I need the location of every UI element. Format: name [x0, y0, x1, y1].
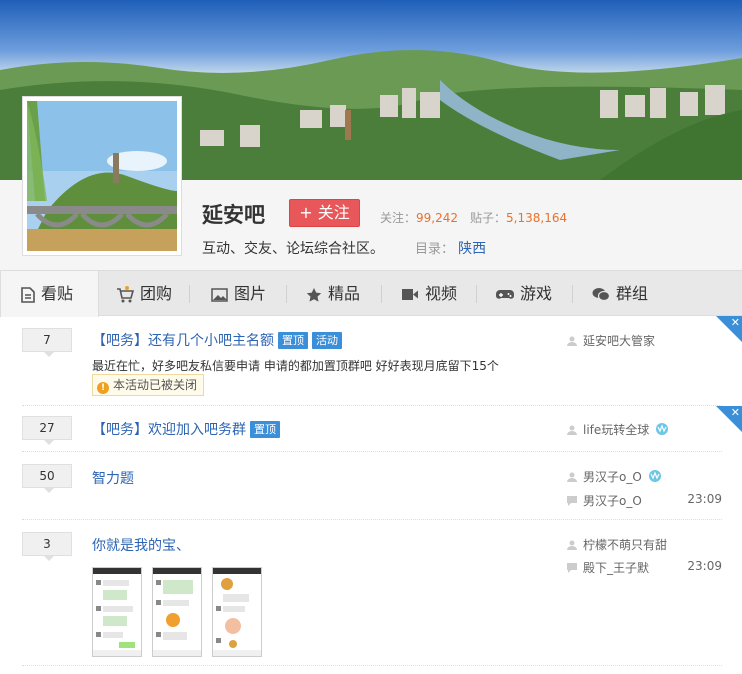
user-icon	[567, 425, 577, 435]
tab-images[interactable]: 图片	[211, 271, 266, 317]
thread-row: 27 【吧务】欢迎加入吧务群 置顶 life玩转全球	[22, 406, 722, 452]
nav-divider	[381, 285, 382, 303]
last-replier: 殿下_王子默	[567, 559, 649, 576]
author-name[interactable]: 柠檬不萌只有甜	[583, 538, 667, 552]
star-icon	[306, 287, 322, 302]
forum-avatar[interactable]	[22, 96, 182, 256]
followers-label: 关注：	[380, 211, 417, 225]
tab-label: 游戏	[520, 284, 553, 303]
thread-image-thumbnail[interactable]	[212, 567, 262, 657]
event-closed-badge: ! 本活动已被关闭	[92, 374, 205, 396]
thread-row: 3 你就是我的宝、 柠檬不萌只有甜 殿下_王子默 23:09	[22, 520, 722, 666]
video-icon	[402, 289, 418, 300]
forum-catalog: 目录： 陕西	[415, 238, 486, 258]
thread-author: 延安吧大管家	[567, 332, 655, 349]
reply-icon	[567, 496, 577, 506]
reply-icon	[567, 563, 577, 573]
reply-count: 7	[22, 328, 72, 357]
thread-image-thumbnail[interactable]	[152, 567, 202, 657]
author-name[interactable]: 男汉子o_O	[583, 470, 642, 484]
tab-label: 精品	[328, 284, 361, 303]
tab-label: 图片	[234, 284, 267, 303]
forum-nav: 看贴 团购 图片 精品 视频 游戏 群组	[0, 270, 742, 317]
thread-image-thumbnail[interactable]	[92, 567, 142, 657]
thread-title-wrap: 【吧务】欢迎加入吧务群 置顶	[92, 419, 280, 439]
cart-icon	[117, 285, 134, 302]
thread-author: 柠檬不萌只有甜	[567, 536, 667, 553]
chat-icon	[592, 288, 610, 302]
follow-button[interactable]: + 关注	[289, 199, 360, 227]
close-icon: ✕	[730, 406, 740, 419]
author-name[interactable]: life玩转全球	[583, 423, 649, 437]
thread-title-wrap: 【吧务】还有几个小吧主名额 置顶 活动	[92, 330, 342, 350]
last-replier-name[interactable]: 殿下_王子默	[583, 561, 649, 575]
pinned-tag: 置顶	[278, 332, 308, 349]
forum-stats: 关注：99,242 贴子：5,138,164	[380, 209, 567, 226]
thread-excerpt: 最近在忙，好多吧友私信要申请 申请的都加置顶群吧 好好表现月底留下15个	[92, 359, 499, 373]
tab-label: 视频	[425, 284, 458, 303]
reply-count: 3	[22, 532, 72, 561]
thread-title[interactable]: 【吧务】还有几个小吧主名额	[92, 333, 274, 349]
catalog-link[interactable]: 陕西	[458, 241, 486, 257]
nav-divider	[476, 285, 477, 303]
tab-groups[interactable]: 群组	[592, 271, 648, 317]
chat-screenshot	[153, 568, 201, 656]
reply-count: 50	[22, 464, 72, 493]
nav-divider	[572, 285, 573, 303]
user-icon	[567, 540, 577, 550]
image-icon	[211, 287, 228, 302]
user-icon	[567, 336, 577, 346]
forum-description: 互动、交友、论坛综合社区。	[202, 241, 384, 257]
tab-label: 看贴	[41, 284, 74, 303]
tab-label: 群组	[616, 284, 649, 303]
vip-badge-icon	[648, 470, 661, 482]
last-reply-time: 23:09	[687, 559, 722, 573]
thread-title[interactable]: 你就是我的宝、	[92, 535, 190, 555]
last-replier-name[interactable]: 男汉子o_O	[583, 494, 642, 508]
tab-groupbuy[interactable]: 团购	[116, 271, 172, 317]
event-tag: 活动	[312, 332, 342, 349]
thread-row: 7 【吧务】还有几个小吧主名额 置顶 活动 最近在忙，好多吧友私信要申请 申请的都加…	[22, 316, 722, 406]
pinned-tag: 置顶	[250, 421, 280, 438]
user-icon	[567, 472, 577, 482]
last-reply-time: 23:09	[687, 492, 722, 506]
thread-title[interactable]: 智力题	[92, 468, 134, 488]
thread-title[interactable]: 【吧务】欢迎加入吧务群	[92, 422, 246, 438]
posts-label: 贴子：	[470, 211, 507, 225]
author-name[interactable]: 延安吧大管家	[583, 334, 655, 348]
nav-divider	[286, 285, 287, 303]
gamepad-icon	[496, 289, 514, 299]
close-corner[interactable]: ✕	[716, 406, 742, 432]
tab-video[interactable]: 视频	[401, 271, 457, 317]
badge-text: 本活动已被关闭	[113, 378, 198, 392]
document-icon	[21, 286, 35, 303]
posts-count: 5,138,164	[506, 211, 568, 225]
tab-label: 团购	[140, 284, 173, 303]
chat-screenshot	[213, 568, 261, 656]
thread-row: 50 智力题 男汉子o_O 男汉子o_O 23:09	[22, 452, 722, 520]
pagoda-photo	[27, 101, 177, 251]
tab-posts[interactable]: 看贴	[0, 271, 99, 317]
thread-author: life玩转全球	[567, 421, 669, 438]
tab-games[interactable]: 游戏	[496, 271, 552, 317]
reply-count: 27	[22, 416, 72, 445]
catalog-label: 目录：	[415, 242, 455, 257]
vip-badge-icon	[656, 423, 669, 435]
thread-author: 男汉子o_O	[567, 468, 662, 485]
tab-featured[interactable]: 精品	[306, 271, 360, 317]
close-corner[interactable]: ✕	[716, 316, 742, 342]
close-icon: ✕	[730, 316, 740, 329]
last-replier: 男汉子o_O	[567, 492, 642, 509]
followers-count: 99,242	[416, 211, 459, 225]
nav-divider	[189, 285, 190, 303]
alert-icon: !	[97, 382, 109, 394]
chat-screenshot	[93, 568, 141, 656]
forum-title: 延安吧	[202, 203, 265, 227]
